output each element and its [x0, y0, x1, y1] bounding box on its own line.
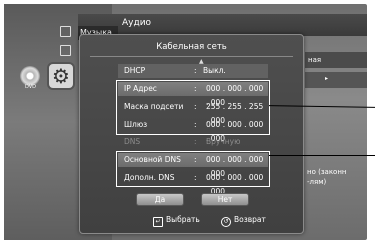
enter-key-icon: ↵	[153, 217, 163, 227]
dns-colon: :	[194, 137, 197, 146]
return-hint-label: Возврат	[234, 215, 266, 224]
dns-settings-highlight	[116, 151, 270, 187]
no-button[interactable]: Нет	[201, 193, 249, 206]
yes-button[interactable]: Да	[136, 193, 184, 206]
background-right-text-3: -лям)	[307, 178, 327, 186]
title-divider	[90, 56, 293, 57]
background-right-row: ная	[305, 52, 367, 68]
ip-settings-highlight	[116, 80, 270, 135]
select-hint-label: Выбрать	[166, 215, 200, 224]
background-right-text-1: ная	[308, 56, 322, 64]
music-note-icon	[60, 26, 71, 37]
chevron-right-icon: ▸	[325, 75, 329, 82]
tv-screenshot: Аудио Музыка DVD ⚙ ная ▸ но (законн -лям…	[0, 0, 375, 246]
wired-network-dialog: Кабельная сеть ▲ ▼ DHCP : Выкл. IP Адрес…	[79, 34, 304, 234]
dialog-footer: ↵ Выбрать ↺ Возврат	[79, 214, 304, 228]
disc-label: DVD	[25, 84, 37, 90]
photo-icon	[60, 45, 71, 56]
gear-icon[interactable]: ⚙	[47, 62, 75, 90]
dhcp-label: DHCP	[124, 66, 146, 75]
dns-row[interactable]: DNS : Вручную	[118, 135, 268, 149]
dialog-title: Кабельная сеть	[156, 42, 227, 52]
dhcp-colon: :	[194, 66, 197, 75]
dhcp-value: Выкл.	[203, 66, 226, 75]
dns-label: DNS	[124, 137, 141, 146]
dns-value: Вручную	[206, 137, 241, 146]
return-hint: ↺ Возврат	[221, 214, 266, 227]
background-right-row: ▸	[305, 72, 367, 88]
callout-line	[269, 155, 375, 156]
background-header-label: Аудио	[122, 18, 152, 28]
background-header: Аудио	[78, 14, 367, 36]
select-hint: ↵ Выбрать	[153, 214, 200, 227]
dhcp-row[interactable]: DHCP : Выкл.	[118, 64, 268, 78]
disc-icon	[20, 66, 40, 86]
background-right-text-2: но (законн	[307, 168, 347, 176]
return-icon: ↺	[221, 217, 231, 227]
